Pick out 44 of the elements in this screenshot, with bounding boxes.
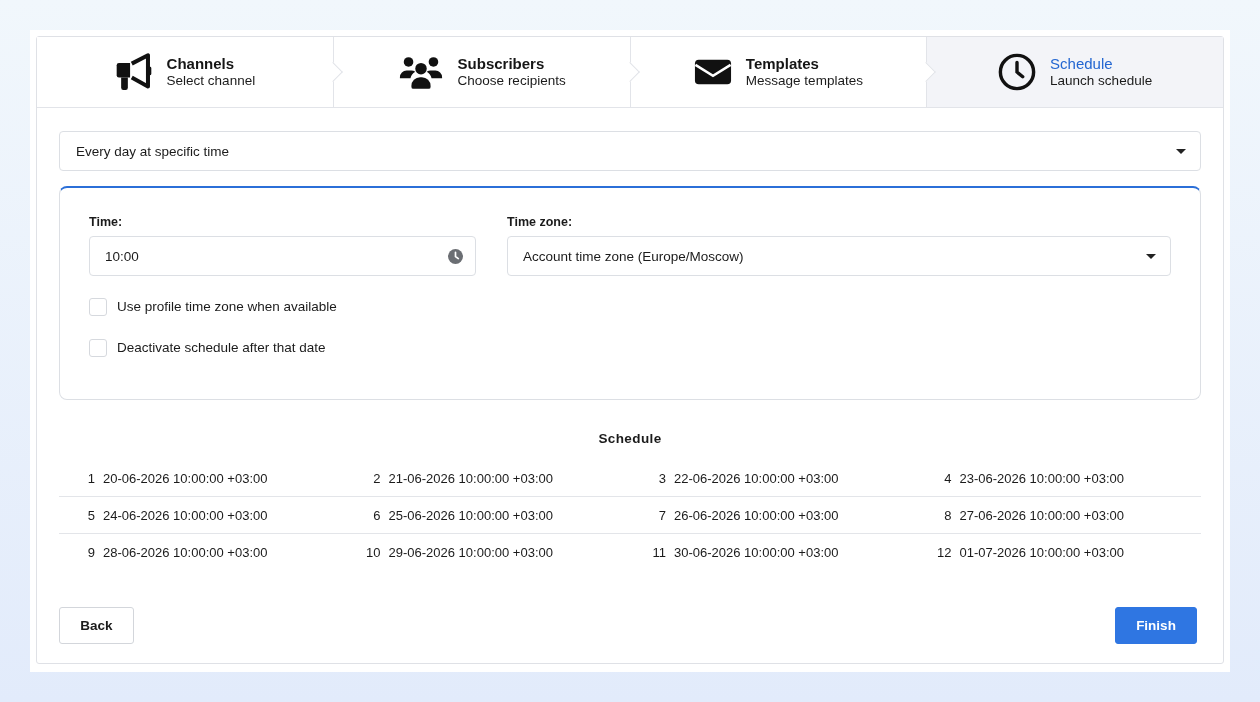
back-button[interactable]: Back	[59, 607, 134, 644]
entry-datetime: 01-07-2026 10:00:00 +03:00	[959, 545, 1124, 560]
entry-number: 10	[365, 545, 381, 560]
entry-number: 6	[372, 507, 381, 523]
entry-number: 1	[86, 470, 95, 486]
entry-number: 9	[86, 545, 95, 560]
users-icon	[397, 55, 444, 89]
entry-number: 3	[657, 470, 666, 486]
schedule-title: Schedule	[598, 430, 662, 448]
entry-number: 5	[86, 507, 95, 523]
entry-datetime: 22-06-2026 10:00:00 +03:00	[674, 470, 839, 486]
checkbox[interactable]	[89, 339, 107, 357]
entry-datetime: 27-06-2026 10:00:00 +03:00	[959, 507, 1124, 523]
timezone-select[interactable]: Account time zone (Europe/Moscow)	[507, 236, 1171, 276]
entry-datetime: 24-06-2026 10:00:00 +03:00	[103, 507, 268, 523]
entry-number: 7	[657, 507, 666, 523]
checkbox[interactable]	[89, 298, 107, 316]
entry-number: 11	[651, 545, 666, 560]
entry-datetime: 30-06-2026 10:00:00 +03:00	[674, 545, 839, 560]
caret-icon	[1146, 253, 1156, 259]
checkbox-label: Deactivate schedule after that date	[117, 339, 326, 357]
envelope-icon	[693, 58, 732, 86]
checkbox-label: Use profile time zone when available	[117, 298, 337, 316]
entry-number: 2	[372, 470, 381, 486]
entry-datetime: 23-06-2026 10:00:00 +03:00	[959, 470, 1124, 486]
field-label: Time:	[89, 214, 123, 230]
entry-datetime: 20-06-2026 10:00:00 +03:00	[103, 470, 268, 486]
entry-datetime: 25-06-2026 10:00:00 +03:00	[388, 507, 553, 523]
caret-icon	[1176, 148, 1186, 154]
step-tab[interactable]: Schedule Launch schedule	[927, 37, 1223, 107]
entry-datetime: 26-06-2026 10:00:00 +03:00	[674, 507, 839, 523]
field-label: Time zone:	[507, 214, 573, 230]
clock-icon	[998, 53, 1037, 91]
entry-number: 4	[943, 470, 952, 486]
entry-number: 12	[936, 545, 952, 560]
frequency-select[interactable]: Every day at specific time	[59, 131, 1201, 171]
clock-icon	[448, 248, 463, 264]
finish-button[interactable]: Finish	[1115, 607, 1197, 644]
megaphone-icon	[114, 53, 153, 91]
entry-number: 8	[943, 507, 952, 523]
time-field[interactable]: 10:00	[89, 236, 476, 276]
entry-datetime: 28-06-2026 10:00:00 +03:00	[103, 545, 268, 560]
entry-datetime: 21-06-2026 10:00:00 +03:00	[388, 470, 553, 486]
entry-datetime: 29-06-2026 10:00:00 +03:00	[388, 545, 553, 560]
